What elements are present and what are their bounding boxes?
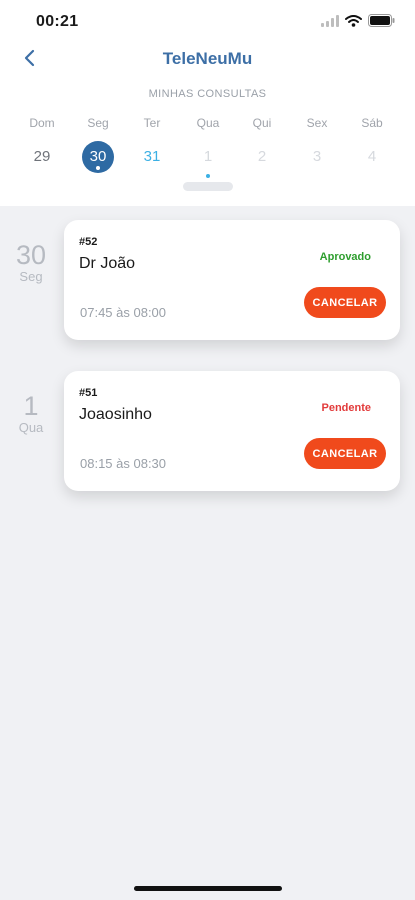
day-number: 30 xyxy=(82,141,114,173)
status-icons xyxy=(321,14,395,32)
date-number: 1 xyxy=(23,391,39,421)
day-name: Ter xyxy=(143,116,161,130)
status-badge: Pendente xyxy=(321,402,371,414)
app-title: TeleNeuMu xyxy=(162,49,253,68)
header-panel: 00:21 TeleNeuMu MINHAS CONSULTAS Dom 29 … xyxy=(0,0,415,206)
day-number: 4 xyxy=(367,148,377,165)
appointment-date: 1 Qua xyxy=(0,392,62,435)
appointment-code: #51 xyxy=(79,387,98,399)
day-number: 1 xyxy=(180,147,236,178)
day-name: Dom xyxy=(29,116,55,130)
drag-handle[interactable] xyxy=(183,182,233,191)
day-friday[interactable]: Sex 3 xyxy=(289,116,345,167)
signal-icon xyxy=(321,14,339,32)
day-sunday[interactable]: Dom 29 xyxy=(14,116,70,167)
week-strip: Dom 29 Seg 30 Ter 31 Qua 1 Qui 2 Sex 3 S… xyxy=(0,116,415,178)
date-weekday: Seg xyxy=(19,269,43,284)
appointment-name: Dr João xyxy=(79,255,136,272)
status-badge: Aprovado xyxy=(319,251,371,263)
day-number: 31 xyxy=(143,148,161,165)
appointment-code: #52 xyxy=(79,236,98,248)
date-number: 30 xyxy=(15,240,47,270)
day-number: 2 xyxy=(257,148,267,165)
appointment-time: 08:15 às 08:30 xyxy=(80,456,167,471)
day-name: Sex xyxy=(306,116,328,130)
cancel-button[interactable]: CANCELAR xyxy=(304,438,386,469)
home-indicator xyxy=(134,886,282,891)
battery-icon xyxy=(368,14,395,32)
day-monday-selected[interactable]: Seg 30 xyxy=(70,116,126,173)
day-saturday[interactable]: Sáb 4 xyxy=(344,116,400,167)
appointment-card[interactable]: #51 Joaosinho 08:15 às 08:30 Pendente CA… xyxy=(64,371,400,491)
appointment-card[interactable]: #52 Dr João 07:45 às 08:00 Aprovado CANC… xyxy=(64,220,400,340)
cancel-button[interactable]: CANCELAR xyxy=(304,287,386,318)
status-time: 00:21 xyxy=(36,13,79,30)
appointment-name: Joaosinho xyxy=(79,406,152,423)
wifi-icon xyxy=(345,14,362,32)
day-name: Qui xyxy=(252,116,272,130)
day-thursday[interactable]: Qui 2 xyxy=(234,116,290,167)
day-wednesday[interactable]: Qua 1 xyxy=(180,116,236,178)
day-number: 3 xyxy=(312,148,322,165)
section-label: MINHAS CONSULTAS xyxy=(148,88,267,100)
date-weekday: Qua xyxy=(18,420,44,435)
day-number: 29 xyxy=(33,148,51,165)
day-name: Qua xyxy=(196,116,220,130)
day-tuesday[interactable]: Ter 31 xyxy=(124,116,180,167)
appointment-time: 07:45 às 08:00 xyxy=(80,305,167,320)
appointment-date: 30 Seg xyxy=(0,241,62,284)
day-name: Sáb xyxy=(361,116,383,130)
day-name: Seg xyxy=(87,116,109,130)
